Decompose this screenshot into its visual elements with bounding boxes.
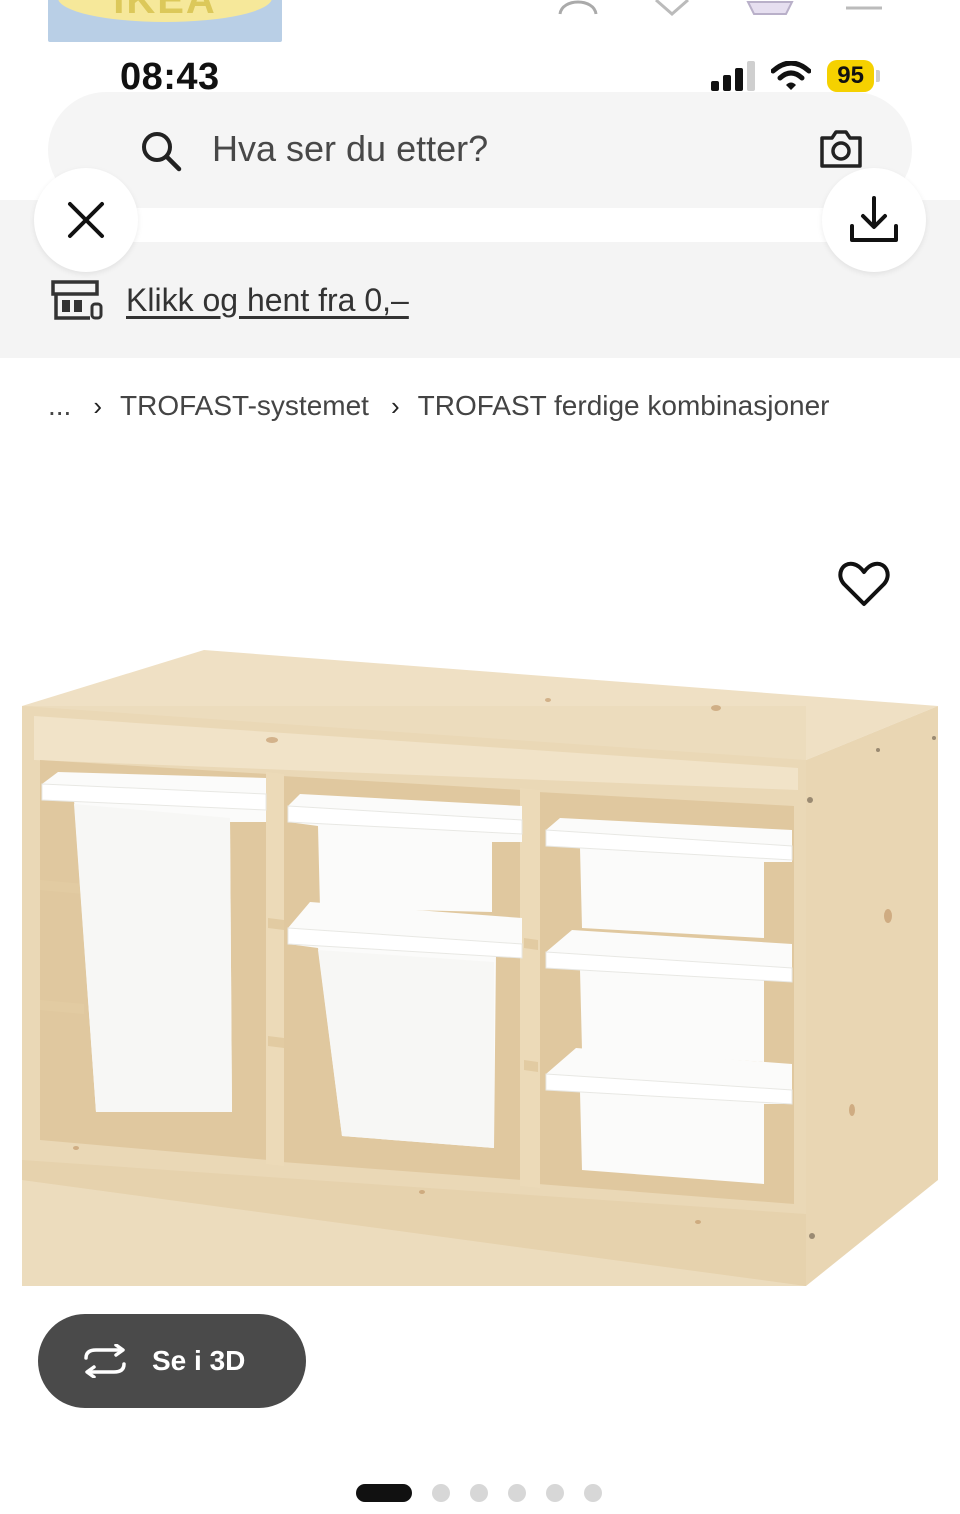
profile-icon[interactable] — [556, 0, 600, 16]
cellular-signal-icon — [711, 61, 756, 91]
heart-icon[interactable] — [652, 0, 692, 16]
click-collect-link[interactable]: Klikk og hent fra 0,– — [50, 278, 409, 322]
wifi-icon — [771, 61, 812, 90]
battery-indicator: 95 — [827, 60, 880, 92]
chevron-right-icon: › — [390, 390, 400, 421]
store-pickup-icon — [51, 280, 103, 320]
chevron-right-icon: › — [93, 390, 103, 421]
rotate-3d-icon — [84, 1344, 126, 1378]
close-button[interactable] — [34, 168, 138, 272]
scrolled-header: IKEA — [0, 0, 960, 50]
search-icon — [142, 132, 182, 172]
logo-text: IKEA — [113, 0, 217, 22]
basket-icon[interactable] — [746, 0, 794, 16]
download-button[interactable] — [822, 168, 926, 272]
menu-icon[interactable] — [844, 0, 884, 16]
view-in-3d-button[interactable]: Se i 3D — [38, 1314, 306, 1408]
image-carousel-indicator — [356, 1484, 602, 1502]
search-input[interactable]: Hva ser du etter? — [212, 128, 488, 170]
carousel-dot[interactable] — [470, 1484, 488, 1502]
favorite-heart-icon[interactable] — [838, 560, 890, 608]
carousel-dot[interactable] — [508, 1484, 526, 1502]
carousel-dot[interactable] — [584, 1484, 602, 1502]
breadcrumb: ... › TROFAST-systemet › TROFAST ferdige… — [48, 390, 830, 422]
click-collect-label[interactable]: Klikk og hent fra 0,– — [126, 282, 409, 319]
close-icon — [68, 202, 104, 238]
breadcrumb-ellipsis[interactable]: ... — [48, 390, 71, 422]
search-bar[interactable]: Hva ser du etter? — [48, 92, 912, 208]
carousel-dot-active[interactable] — [356, 1484, 412, 1502]
ikea-logo[interactable]: IKEA — [48, 0, 282, 42]
carousel-dot[interactable] — [546, 1484, 564, 1502]
carousel-dot[interactable] — [432, 1484, 450, 1502]
status-indicators: 95 — [711, 60, 880, 92]
view-in-3d-label: Se i 3D — [152, 1345, 246, 1376]
download-icon — [850, 196, 898, 242]
camera-icon[interactable] — [818, 128, 864, 170]
product-image[interactable] — [0, 640, 960, 1320]
breadcrumb-item-trofast-system[interactable]: TROFAST-systemet — [120, 390, 369, 422]
breadcrumb-item-trofast-combinations[interactable]: TROFAST ferdige kombinasjoner — [418, 390, 830, 422]
